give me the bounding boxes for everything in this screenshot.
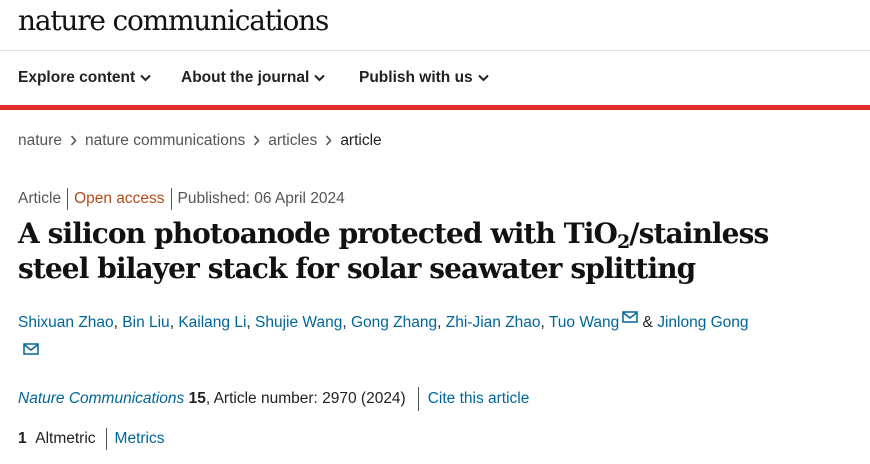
author-link[interactable]: Tuo Wang	[549, 314, 619, 331]
author-link[interactable]: Jinlong Gong	[657, 314, 748, 331]
authors-joiner: &	[642, 314, 653, 331]
altmetric-count: 1	[18, 430, 27, 448]
published-date: Published: 06 April 2024	[177, 190, 345, 208]
chevron-right-icon	[326, 135, 332, 146]
nav-publish-label: Publish with us	[359, 69, 473, 86]
divider	[417, 387, 419, 411]
author-link[interactable]: Shujie Wang	[255, 314, 342, 331]
author-link[interactable]: Shixuan Zhao	[18, 314, 114, 331]
title-subscript: 2	[616, 231, 630, 253]
nav-explore-content[interactable]: Explore content	[18, 69, 151, 87]
envelope-icon[interactable]	[622, 311, 638, 323]
article-meta: Article Open access Published: 06 April 20…	[18, 188, 345, 210]
site-logo[interactable]: nature communications	[18, 4, 329, 37]
article-title: A silicon photoanode protected with TiO2…	[18, 216, 818, 286]
nav-about-journal[interactable]: About the journal	[181, 69, 326, 87]
accent-bar	[0, 105, 870, 110]
author-link[interactable]: Zhi-Jian Zhao	[446, 314, 541, 331]
divider	[170, 188, 172, 210]
chevron-right-icon	[254, 135, 260, 146]
envelope-icon[interactable]	[23, 343, 39, 355]
breadcrumb-nature[interactable]: nature	[18, 132, 62, 149]
cite-this-article-link[interactable]: Cite this article	[428, 390, 530, 407]
author-link[interactable]: Bin Liu	[122, 314, 169, 331]
divider	[105, 428, 107, 450]
article-number: , Article number: 2970 (2024)	[205, 390, 406, 408]
author-link[interactable]: Gong Zhang	[351, 314, 437, 331]
author-list: Shixuan Zhao, Bin Liu, Kailang Li, Shuji…	[18, 310, 858, 362]
masthead: nature communications	[0, 0, 870, 51]
chevron-right-icon	[70, 135, 77, 146]
chevron-down-icon	[477, 74, 489, 82]
journal-link[interactable]: Nature Communications	[18, 390, 184, 407]
altmetric-label: Altmetric	[35, 430, 96, 448]
metrics-link[interactable]: Metrics	[115, 430, 165, 447]
nav-publish-with-us[interactable]: Publish with us	[359, 69, 489, 87]
breadcrumb-articles[interactable]: articles	[268, 132, 317, 149]
main-nav: Explore content About the journal Publis…	[0, 51, 870, 105]
citation-line: Nature Communications 15, Article number…	[18, 387, 529, 411]
chevron-down-icon	[314, 74, 326, 82]
divider	[67, 188, 69, 210]
nav-about-label: About the journal	[181, 69, 310, 86]
chevron-down-icon	[140, 74, 151, 82]
breadcrumb-current: article	[340, 132, 382, 149]
nav-explore-label: Explore content	[18, 69, 136, 86]
breadcrumb: nature nature communications articles artic…	[18, 132, 382, 150]
article-type: Article	[18, 190, 62, 208]
metrics-line: 1 Altmetric Metrics	[18, 428, 165, 450]
breadcrumb-nature-communications[interactable]: nature communications	[85, 132, 245, 149]
title-part-1: A silicon photoanode protected with TiO	[18, 217, 618, 250]
author-link[interactable]: Kailang Li	[178, 314, 246, 331]
volume-number: 15	[188, 390, 206, 408]
open-access-link[interactable]: Open access	[74, 190, 164, 207]
